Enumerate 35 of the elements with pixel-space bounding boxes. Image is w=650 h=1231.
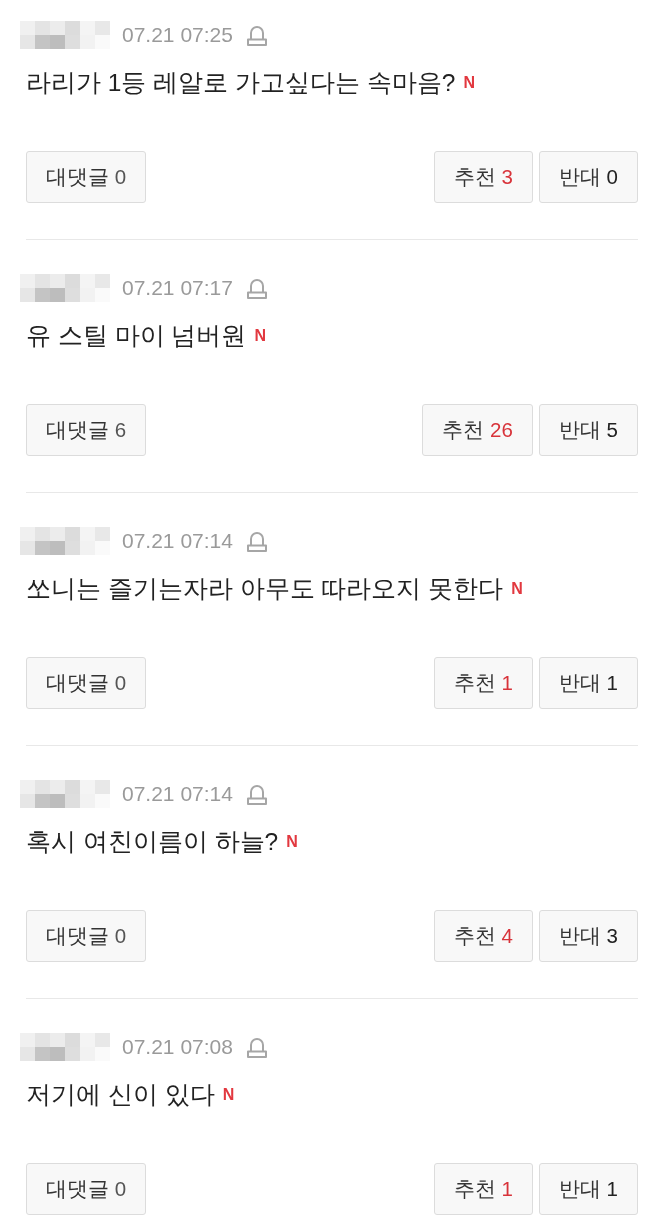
oppose-button[interactable]: 반대 5: [538, 404, 638, 456]
siren-icon[interactable]: [246, 277, 267, 299]
comment-time: 07.21 07:14: [122, 528, 233, 554]
reply-button[interactable]: 대댓글 0: [26, 657, 147, 709]
recommend-button[interactable]: 추천 4: [433, 910, 533, 962]
comment-time: 07.21 07:25: [122, 22, 233, 48]
new-label: N: [463, 75, 476, 91]
new-label: N: [222, 1087, 235, 1103]
comment-text: 쏘니는 즐기는자라 아무도 따라오지 못한다: [26, 574, 504, 604]
new-label: N: [511, 581, 523, 597]
comment-text: 라리가 1등 레알로 가고싶다는 속마음?: [26, 68, 456, 98]
siren-icon[interactable]: [246, 1036, 267, 1058]
recommend-button[interactable]: 추천 1: [433, 657, 533, 709]
comment-text: 유 스틸 마이 넘버원: [26, 321, 247, 351]
siren-icon[interactable]: [246, 783, 267, 805]
siren-icon[interactable]: [246, 24, 267, 46]
oppose-button[interactable]: 반대 0: [538, 151, 638, 203]
new-label: N: [286, 834, 298, 850]
comment-text: 저기에 신이 있다: [26, 1080, 215, 1110]
comment-text: 혹시 여친이름이 하늘?: [26, 827, 279, 857]
recommend-button[interactable]: 추천 1: [433, 1163, 533, 1215]
reply-button[interactable]: 대댓글 0: [26, 1163, 147, 1215]
comment-time: 07.21 07:17: [122, 275, 233, 301]
reply-button[interactable]: 대댓글 6: [26, 404, 147, 456]
oppose-button[interactable]: 반대 1: [538, 657, 638, 709]
comment-time: 07.21 07:14: [122, 781, 233, 807]
siren-icon[interactable]: [246, 530, 267, 552]
recommend-button[interactable]: 추천 26: [422, 404, 533, 456]
reply-button[interactable]: 대댓글 0: [26, 151, 147, 203]
oppose-button[interactable]: 반대 1: [538, 1163, 638, 1215]
reply-button[interactable]: 대댓글 0: [26, 910, 147, 962]
comment-time: 07.21 07:08: [122, 1034, 233, 1060]
new-label: N: [254, 328, 266, 344]
recommend-button[interactable]: 추천 3: [433, 151, 533, 203]
oppose-button[interactable]: 반대 3: [538, 910, 638, 962]
